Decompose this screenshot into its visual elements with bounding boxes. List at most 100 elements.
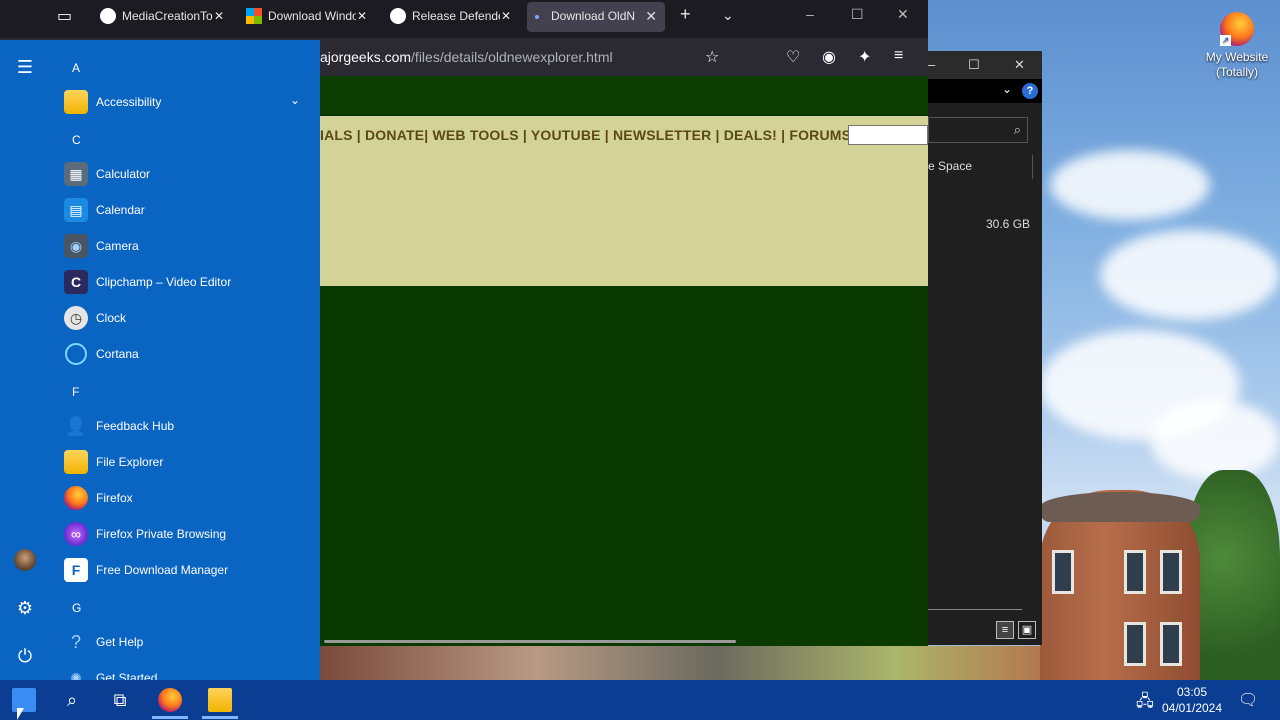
firefox-view-icon[interactable]: ▭ xyxy=(57,6,72,26)
section-letter-a[interactable]: A xyxy=(72,61,80,75)
start-app-clock[interactable]: ◷ Clock xyxy=(62,301,312,335)
tab-close-icon[interactable]: ✕ xyxy=(214,2,230,32)
private-browsing-icon: ∞ xyxy=(64,522,88,546)
start-menu-rail: ☰ ⚙ ⏻ xyxy=(0,40,50,680)
feedback-icon: 👤 xyxy=(64,416,88,436)
camera-icon: ◉ xyxy=(64,234,88,258)
start-app-feedback-hub[interactable]: 👤 Feedback Hub xyxy=(62,409,312,443)
minimize-icon[interactable]: – xyxy=(928,57,935,72)
windows-start-icon[interactable] xyxy=(12,688,36,712)
site-menu: IALS | DONATE| WEB TOOLS | YOUTUBE | NEW… xyxy=(320,116,928,286)
maximize-icon[interactable]: ☐ xyxy=(851,6,864,23)
help-icon[interactable]: ? xyxy=(1022,83,1038,99)
calendar-icon: ▤ xyxy=(64,198,88,222)
folder-icon xyxy=(64,90,88,114)
explorer-search-input[interactable]: ⌕ xyxy=(928,117,1028,143)
file-explorer-window[interactable]: – ☐ ✕ ⌄ ? ⌕ e Space 30.6 GB ≡ ▣ xyxy=(928,51,1042,645)
url-bar[interactable]: ajorgeeks.com/files/details/oldnewexplor… xyxy=(320,49,613,65)
get-started-icon: ✺ xyxy=(70,670,82,680)
calculator-icon: ▦ xyxy=(64,162,88,186)
firefox-icon[interactable] xyxy=(158,688,182,712)
desktop-icon-label: My Website xyxy=(1205,50,1269,64)
start-app-calendar[interactable]: ▤ Calendar xyxy=(62,193,312,227)
web-page-content: IALS | DONATE| WEB TOOLS | YOUTUBE | NEW… xyxy=(320,76,928,646)
taskbar: ⌕ ⧉ 🖧 03:05 04/01/2024 🗨 xyxy=(0,680,1280,720)
cortana-icon xyxy=(65,343,87,365)
tab-mediacreationtool[interactable]: MediaCreationTo xyxy=(100,2,230,32)
site-search-input[interactable] xyxy=(848,125,928,145)
settings-gear-icon[interactable]: ⚙ xyxy=(14,597,36,619)
start-app-calculator[interactable]: ▦ Calculator xyxy=(62,157,312,191)
system-clock[interactable]: 03:05 04/01/2024 xyxy=(1160,684,1224,716)
start-app-firefox[interactable]: Firefox xyxy=(62,481,312,515)
menu-icon[interactable]: ≡ xyxy=(894,47,903,65)
user-avatar[interactable] xyxy=(14,549,36,571)
close-icon[interactable]: ✕ xyxy=(1014,57,1025,73)
start-app-accessibility[interactable]: Accessibility ⌄ xyxy=(62,85,312,119)
download-manager-icon: F xyxy=(64,558,88,582)
loading-dot-icon xyxy=(535,14,539,19)
section-letter-c[interactable]: C xyxy=(72,133,81,147)
github-icon xyxy=(100,7,116,24)
tab-download-windows[interactable]: Download Windo xyxy=(246,2,356,32)
clock-time: 03:05 xyxy=(1176,685,1208,699)
tab-close-icon[interactable]: ✕ xyxy=(501,2,517,32)
street-scene xyxy=(320,646,1040,680)
start-app-get-help[interactable]: ? Get Help xyxy=(62,625,312,659)
start-menu: ☰ ⚙ ⏻ A Accessibility ⌄ C ▦ Calculator ▤… xyxy=(0,40,320,680)
clock-date: 04/01/2024 xyxy=(1161,701,1223,715)
extensions-icon[interactable]: ✦ xyxy=(858,47,871,67)
bookmark-star-icon[interactable]: ☆ xyxy=(705,47,719,67)
page-header xyxy=(320,76,928,116)
file-explorer-icon[interactable] xyxy=(208,688,232,712)
close-icon[interactable]: ✕ xyxy=(897,6,909,23)
notifications-icon[interactable]: 🗨 xyxy=(1238,690,1258,710)
help-icon: ? xyxy=(70,632,81,652)
desktop-shortcut-my-website[interactable]: ↗ My Website (Totally) xyxy=(1200,8,1274,80)
start-app-cortana[interactable]: Cortana xyxy=(62,337,312,371)
search-icon[interactable]: ⌕ xyxy=(60,688,84,712)
clipchamp-icon: C xyxy=(64,270,88,294)
new-tab-icon[interactable]: + xyxy=(680,4,691,25)
tab-close-icon[interactable]: ✕ xyxy=(357,2,373,32)
clock-icon: ◷ xyxy=(64,306,88,330)
list-all-tabs-icon[interactable]: ⌄ xyxy=(722,7,734,24)
chevron-down-icon[interactable]: ⌄ xyxy=(1002,82,1012,96)
large-icons-view-icon[interactable]: ▣ xyxy=(1018,621,1036,639)
tab-close-icon[interactable]: ✕ xyxy=(645,2,657,30)
network-icon[interactable]: 🖧 xyxy=(1136,690,1154,717)
account-icon[interactable]: ◉ xyxy=(822,47,836,67)
details-view-icon[interactable]: ≡ xyxy=(996,621,1014,639)
shortcut-arrow-icon: ↗ xyxy=(1220,35,1231,46)
search-icon: ⌕ xyxy=(1013,122,1021,137)
start-app-get-started[interactable]: ✺ Get Started xyxy=(62,661,312,680)
start-app-file-explorer[interactable]: File Explorer xyxy=(62,445,312,479)
microsoft-icon xyxy=(246,7,262,24)
firefox-icon: ↗ xyxy=(1220,12,1254,46)
maximize-icon[interactable]: ☐ xyxy=(968,57,980,73)
site-menu-links[interactable]: IALS | DONATE| WEB TOOLS | YOUTUBE | NEW… xyxy=(320,127,859,143)
desktop-icon-label-2: (Totally) xyxy=(1215,65,1258,79)
minimize-icon[interactable]: – xyxy=(806,6,814,22)
horizontal-scrollbar[interactable] xyxy=(324,640,736,643)
drive-free-space: 30.6 GB xyxy=(986,217,1031,231)
folder-icon xyxy=(64,450,88,474)
pocket-icon[interactable]: ♡ xyxy=(786,47,800,67)
column-header-free-space[interactable]: e Space xyxy=(928,159,972,173)
section-letter-g[interactable]: G xyxy=(72,601,81,615)
section-letter-f[interactable]: F xyxy=(72,385,79,399)
explorer-ribbon: ⌄ ? xyxy=(928,79,1042,103)
start-app-firefox-private[interactable]: ∞ Firefox Private Browsing xyxy=(62,517,312,551)
task-view-icon[interactable]: ⧉ xyxy=(108,688,132,712)
tab-release-defender[interactable]: Release Defende xyxy=(390,2,500,32)
chevron-down-icon: ⌄ xyxy=(289,93,300,107)
mouse-cursor xyxy=(17,708,24,720)
tab-download-oldnewexplorer[interactable]: Download OldN ✕ xyxy=(527,2,665,32)
power-icon[interactable]: ⏻ xyxy=(14,645,36,667)
start-app-free-download-manager[interactable]: F Free Download Manager xyxy=(62,553,312,587)
tab-bar: ▭ MediaCreationTo ✕ Download Windo ✕ Rel… xyxy=(0,0,928,38)
start-app-clipchamp[interactable]: C Clipchamp – Video Editor xyxy=(62,265,312,299)
start-app-camera[interactable]: ◉ Camera xyxy=(62,229,312,263)
explorer-titlebar[interactable]: – ☐ ✕ xyxy=(928,51,1042,79)
hamburger-menu-icon[interactable]: ☰ xyxy=(14,56,36,78)
